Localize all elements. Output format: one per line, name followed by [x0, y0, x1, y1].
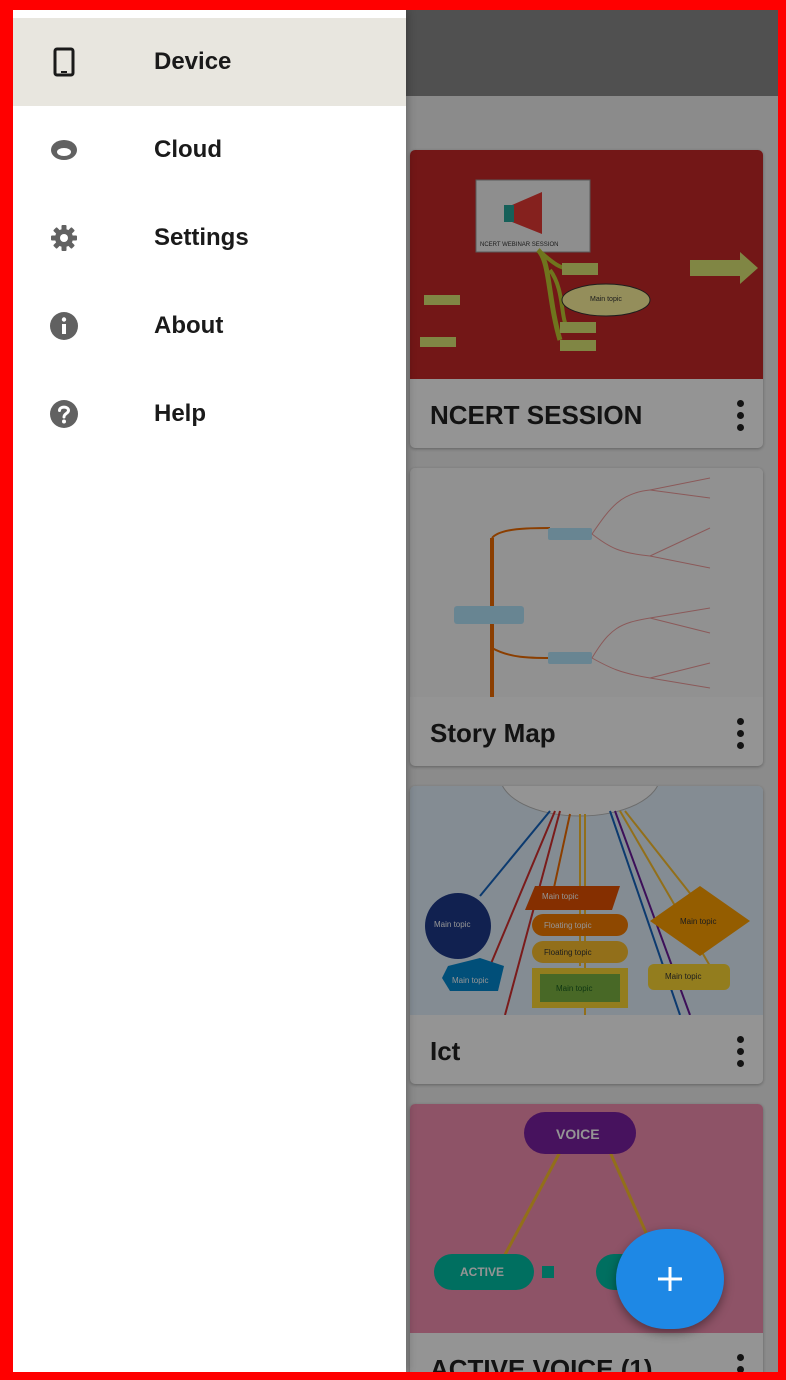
- drawer-item-settings[interactable]: Settings: [13, 194, 406, 282]
- gear-icon: [49, 223, 79, 253]
- help-icon: [49, 399, 79, 429]
- drawer-item-label: About: [154, 312, 224, 339]
- drawer-item-device[interactable]: Device: [13, 18, 406, 106]
- add-map-button[interactable]: [616, 1229, 724, 1329]
- drawer-item-help[interactable]: Help: [13, 370, 406, 458]
- drawer-item-label: Device: [154, 48, 232, 75]
- drawer-item-label: Help: [154, 400, 207, 427]
- app-screen: NCERT WEBINAR SESSION Main topic NCERT S…: [13, 10, 778, 1372]
- navigation-drawer: Device Cloud Settings About Help: [13, 10, 406, 1372]
- tablet-icon: [49, 47, 79, 77]
- drawer-item-cloud[interactable]: Cloud: [13, 106, 406, 194]
- cloud-icon: [49, 135, 79, 165]
- drawer-item-label: Settings: [154, 224, 249, 251]
- drawer-item-about[interactable]: About: [13, 282, 406, 370]
- drawer-item-label: Cloud: [154, 136, 222, 163]
- plus-icon: [658, 1267, 682, 1291]
- info-icon: [49, 311, 79, 341]
